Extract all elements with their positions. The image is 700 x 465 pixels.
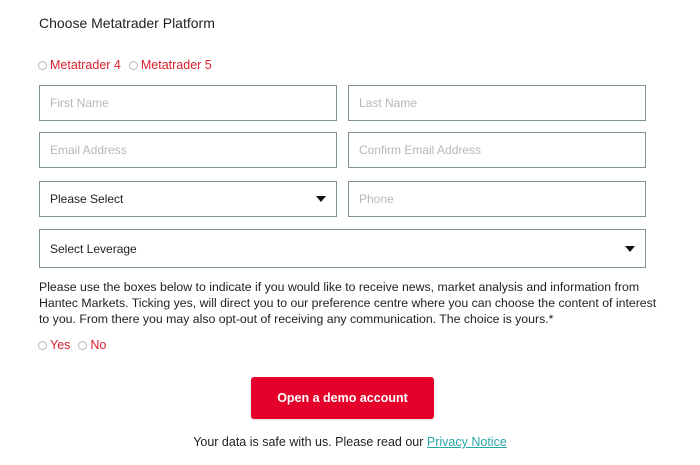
first-name-input[interactable]: [50, 96, 326, 110]
privacy-notice-link[interactable]: Privacy Notice: [427, 435, 507, 449]
leverage-select-value: Select Leverage: [50, 241, 137, 256]
radio-label-yes: Yes: [50, 338, 71, 352]
radio-circle-icon[interactable]: [38, 60, 47, 70]
privacy-notice-text: Your data is safe with us. Please read o…: [193, 435, 427, 449]
radio-metatrader-5[interactable]: Metatrader 5: [128, 58, 212, 72]
radio-label-no: No: [90, 338, 107, 352]
phone-field[interactable]: [348, 181, 646, 217]
country-select[interactable]: Please Select: [39, 181, 337, 217]
consent-text: Please use the boxes below to indicate i…: [39, 280, 657, 326]
platform-radio-group: Metatrader 4 Metatrader 5: [38, 58, 220, 72]
radio-label-metatrader-5: Metatrader 5: [140, 58, 212, 72]
confirm-email-field[interactable]: [348, 132, 646, 168]
open-demo-account-button[interactable]: Open a demo account: [251, 377, 434, 419]
radio-circle-icon[interactable]: [78, 340, 88, 350]
confirm-email-input[interactable]: [359, 143, 635, 157]
country-select-value: Please Select: [50, 192, 124, 206]
caret-down-icon[interactable]: [625, 245, 635, 252]
platform-title: Choose Metatrader Platform: [39, 15, 215, 31]
radio-consent-no[interactable]: No: [78, 338, 106, 352]
phone-input[interactable]: [359, 192, 635, 206]
email-field[interactable]: [39, 132, 337, 168]
radio-label-metatrader-4: Metatrader 4: [50, 58, 121, 72]
radio-consent-yes[interactable]: Yes: [38, 338, 70, 352]
first-name-field[interactable]: [39, 85, 337, 121]
email-input[interactable]: [50, 143, 326, 157]
demo-account-form: Choose Metatrader Platform Metatrader 4 …: [0, 0, 700, 465]
radio-metatrader-4[interactable]: Metatrader 4: [38, 58, 121, 72]
privacy-notice-line: Your data is safe with us. Please read o…: [0, 435, 700, 449]
last-name-field[interactable]: [348, 85, 646, 121]
caret-down-icon[interactable]: [316, 196, 326, 202]
leverage-select[interactable]: Select Leverage: [39, 229, 646, 268]
consent-radio-group: Yes No: [38, 338, 114, 352]
radio-circle-icon[interactable]: [128, 60, 138, 70]
radio-circle-icon[interactable]: [38, 340, 47, 350]
last-name-input[interactable]: [359, 96, 635, 110]
